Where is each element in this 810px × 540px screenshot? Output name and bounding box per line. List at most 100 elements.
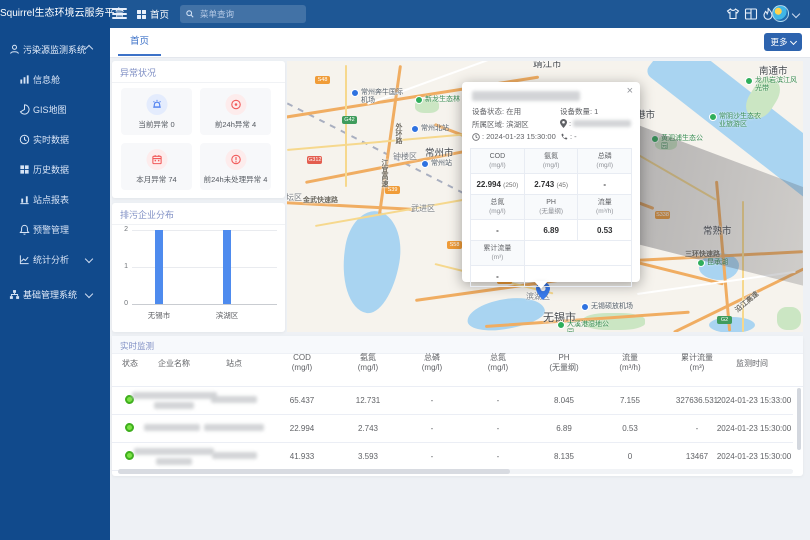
system-user-icon <box>8 43 20 55</box>
more-button[interactable]: 更多 <box>764 33 802 51</box>
map-lake-shanghu <box>709 317 755 332</box>
theme-skin-icon[interactable] <box>726 7 740 21</box>
region-field: 所属区域:滨湖区 <box>472 119 529 130</box>
grid-squares-icon <box>18 163 30 175</box>
user-menu-chevron-icon[interactable] <box>792 10 800 18</box>
chart-header: 排污企业分布 <box>112 203 285 225</box>
submenu-expand-icon[interactable] <box>85 255 93 263</box>
map-lake-gehu <box>335 207 408 317</box>
status-panel-header: 异常状况 <box>112 61 285 83</box>
section-collapse-icon[interactable] <box>85 45 93 53</box>
redacted-company <box>132 392 217 399</box>
map-park <box>777 307 801 330</box>
sidebar-item-info-cabin[interactable]: 信息舱 <box>0 68 110 90</box>
map-district-label: 金坛区 <box>287 192 302 203</box>
redacted-station <box>204 424 264 431</box>
clock-icon <box>472 133 480 141</box>
map-district-label: 武进区 <box>411 203 435 214</box>
table-row[interactable]: 41.933 3.593 - - 8.135 0 13467 2024-01-2… <box>112 442 793 471</box>
sitemap-icon <box>8 288 20 300</box>
app-logo: Squirrel生态环境云服务平台 <box>0 0 110 28</box>
chart-title: 排污企业分布 <box>120 208 174 221</box>
sidebar-item-gis-map[interactable]: GIS地图 <box>0 98 110 120</box>
status-panel-title: 异常状况 <box>120 66 156 79</box>
bar-滨湖区 <box>223 230 231 304</box>
alert-target-icon <box>225 94 246 115</box>
map-poi-airport: 常州奔牛国际机场 <box>351 89 405 105</box>
phone-field: :- <box>560 132 577 141</box>
y-axis-tick: 1 <box>114 263 128 270</box>
map-poi-station: 常州北站 <box>411 125 449 133</box>
y-axis-tick: 2 <box>114 226 128 233</box>
park-icon <box>415 96 423 104</box>
x-axis-category: 滨湖区 <box>202 310 252 321</box>
popup-close-icon[interactable]: × <box>627 85 633 97</box>
sidebar-section-label: 污染源监测系统 <box>23 43 86 56</box>
sidebar-item-statistics[interactable]: 统计分析 <box>0 248 110 270</box>
warning-circle-icon <box>225 149 246 170</box>
home-grid-icon <box>137 10 146 19</box>
sidebar-item-realtime-data[interactable]: 实时数据 <box>0 128 110 150</box>
park-icon <box>557 321 565 329</box>
table-row[interactable]: 65.437 12.731 - - 8.045 7.155 327636.531… <box>112 386 793 415</box>
tabbar: 首页 更多 <box>110 28 810 58</box>
sidebar-section-base-system[interactable]: 基础管理系统 <box>0 283 110 305</box>
x-axis-category: 无锡市 <box>134 310 184 321</box>
table-row[interactable]: 22.994 2.743 - - 6.89 0.53 - 2024-01-23 … <box>112 414 793 443</box>
pie-map-icon <box>18 103 30 115</box>
sidebar-item-station-report[interactable]: 站点报表 <box>0 188 110 210</box>
nav-home[interactable]: 首页 <box>137 7 169 21</box>
transit-icon <box>421 160 429 168</box>
park-icon <box>709 113 717 121</box>
device-status-field: 设备状态:在用 <box>472 106 521 117</box>
map-poi-airport: 无锡硕放机场 <box>581 303 633 311</box>
stat-card-current-abnormal[interactable]: 当前异常 0 <box>121 88 192 135</box>
map-roadname-label: 沿江高速 <box>733 289 761 315</box>
section-expand-icon[interactable] <box>85 290 93 298</box>
route-badge: G312 <box>307 156 322 164</box>
vertical-scrollbar[interactable] <box>797 388 801 450</box>
status-online-dot <box>125 451 134 460</box>
menu-toggle-icon[interactable] <box>112 8 127 20</box>
clock-icon <box>18 133 30 145</box>
calendar-icon <box>146 149 167 170</box>
sidebar-section-pollution-system[interactable]: 污染源监测系统 <box>0 38 110 60</box>
map-city-label: 靖江市 <box>533 61 562 70</box>
redacted-address <box>573 120 631 127</box>
map-roadname-label: 金武快速路 <box>303 195 338 205</box>
line-chart-icon <box>18 253 30 265</box>
bar-无锡市 <box>155 230 163 304</box>
route-badge: G2 <box>717 316 732 324</box>
stat-card-unhandled-abnormal[interactable]: 前24h未处理异常 4 <box>200 143 271 190</box>
station-info-popup: × 设备状态:在用 设备数量:1 所属区域:滨湖区 : :2024-01-23 … <box>462 82 640 282</box>
sidebar-item-alert-management[interactable]: 预警管理 <box>0 218 110 240</box>
park-icon <box>745 77 753 85</box>
sidebar-item-history-data[interactable]: 历史数据 <box>0 158 110 180</box>
map-roadname-label: 江宜高速 <box>379 159 389 187</box>
map-poi-park: 新龙生态林 <box>415 96 460 104</box>
user-avatar[interactable] <box>772 5 789 22</box>
map-district-label: 钟楼区 <box>393 151 417 162</box>
bar-chart-icon <box>18 73 30 85</box>
stat-card-24h-abnormal[interactable]: 前24h异常 4 <box>200 88 271 135</box>
phone-icon <box>560 133 568 141</box>
redacted-company <box>154 402 194 409</box>
horizontal-scrollbar[interactable] <box>118 469 793 474</box>
redacted-station <box>211 396 257 403</box>
redacted-company <box>156 458 192 465</box>
redacted-company <box>144 424 200 431</box>
monitor-column-header-row: 状态 企业名称 站点 COD(mg/l) 氨氮(mg/l) 总磷(mg/l) 总… <box>112 359 803 387</box>
tab-home[interactable]: 首页 <box>118 28 161 56</box>
menu-search[interactable] <box>180 5 306 23</box>
transit-icon <box>581 303 589 311</box>
transit-icon <box>351 89 359 97</box>
popup-pointer <box>534 281 548 289</box>
monitor-header: 实时监测 <box>112 336 803 354</box>
realtime-monitor-panel: 实时监测 状态 企业名称 站点 COD(mg/l) 氨氮(mg/l) 总磷(mg… <box>112 336 803 476</box>
topbar: Squirrel生态环境云服务平台 首页 <box>0 0 810 28</box>
time-field: :2024-01-23 15:30:00 <box>472 132 556 141</box>
search-input[interactable] <box>198 8 300 20</box>
layout-screenshot-icon[interactable] <box>744 7 758 21</box>
map-poi-station: 常州站 <box>421 160 452 168</box>
stat-card-month-abnormal[interactable]: 本月异常 74 <box>121 143 192 190</box>
